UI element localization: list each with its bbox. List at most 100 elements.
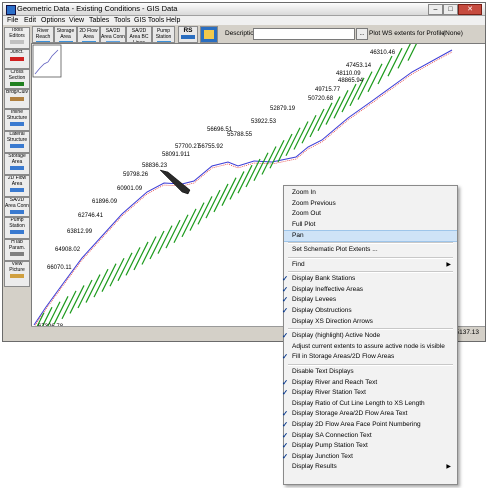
river-station-label: 55788.55 [227,132,253,138]
menu-item-display-levees[interactable]: ✓ Display Levees [282,295,457,305]
menu-item-zoom-in[interactable]: Zoom In [284,188,457,198]
menu-separator [288,256,453,259]
sidebar-storage-area-button[interactable]: Storage Area [4,153,30,175]
menu-separator [288,242,453,244]
menu-item-adjust-current-extents-to-assure-active-node-is-visible[interactable]: Adjust current extents to assure active … [284,342,457,352]
river-station-label: 57700.27 [175,144,201,150]
menu-item-label: Pan [292,232,304,240]
menu-item-display-storage-area-2d-flow-area-text[interactable]: ✓ Display Storage Area/2D Flow Area Text [282,409,457,419]
sidebar-sa-2d-area-conn-button[interactable]: SA/2D Area Conn [4,197,30,217]
menu-item-label: Display 2D Flow Area Face Point Numberin… [292,421,421,428]
sidebar-junct-button[interactable]: Junct. [4,49,30,69]
sidebar-cross-section-label: Cross Section [8,69,26,81]
menu-options[interactable]: Options [41,16,65,25]
river-station-label: 58836.23 [142,163,168,169]
river-reach-label: River Reach [35,28,51,40]
menu-item-display-results[interactable]: Display Results ▶ [284,462,457,472]
menu-item-label: Display River Station Text [292,389,366,397]
editor-sidebar: Tools Editors Junct. Cross Section Brdg/Cul… [3,25,31,341]
menu-item-zoom-previous[interactable]: Zoom Previous [284,199,457,209]
menu-item-label: Display Pump Station Text [292,442,368,450]
menu-item-display-xs-direction-arrows[interactable]: Display XS Direction Arrows [284,317,457,327]
menu-gis-tools[interactable]: GIS Tools [134,16,164,25]
sidebar-lateral-structure-button[interactable]: Lateral Structure [4,131,30,153]
menu-item-fill-in-storage-areas-2d-flow-areas[interactable]: ✓ Fill in Storage Areas/2D Flow Areas [282,352,457,362]
rs-button[interactable]: RS [178,26,198,43]
menu-item-disable-text-displays[interactable]: Disable Text Displays [284,367,457,377]
menu-item-display-bank-stations[interactable]: ✓ Display Bank Stations [282,274,457,284]
pump-station-icon [10,230,24,234]
inline-structure-icon [10,122,24,126]
sidebar-tools-editors-button[interactable]: Tools Editors [4,27,30,49]
menu-item-find[interactable]: Find ▶ [284,260,457,270]
menu-item-full-plot[interactable]: Full Plot [284,220,457,230]
storage-area-button[interactable]: Storage Area [54,26,77,43]
description-input[interactable] [253,28,355,40]
menu-item-display-ineffective-areas[interactable]: ✓ Display Ineffective Areas [282,285,457,295]
sidebar-inline-structure-button[interactable]: Inline Structure [4,109,30,131]
river-station-label: 49715.77 [315,87,341,93]
profile-select[interactable]: (None) [443,30,463,37]
sidebar-brdg-culv-button[interactable]: Brdg/Culv [4,89,30,109]
river-station-label: 63812.99 [67,229,93,235]
maximize-button[interactable]: □ [443,4,458,15]
menu-item-display-ratio-of-cut-line-length-to-xs-length[interactable]: Display Ratio of Cut Line Length to XS L… [284,399,457,409]
checkmark-icon: ✓ [281,388,289,398]
menu-file[interactable]: File [7,16,18,25]
menu-tools[interactable]: Tools [114,16,130,25]
menu-item-display-river-station-text[interactable]: ✓ Display River Station Text [282,388,457,398]
sidebar-2d-flow-area-label: 2D Flow Area [7,175,27,187]
river-station-label: 47453.14 [346,63,372,69]
menu-tables[interactable]: Tables [89,16,109,25]
checkmark-icon: ✓ [281,274,289,284]
menu-item-zoom-out[interactable]: Zoom Out [284,209,457,219]
menu-item-display-highlight-active-node[interactable]: ✓ Display (highlight) Active Node [282,331,457,341]
pump-station-button[interactable]: Pump Station [152,26,175,43]
menu-item-label: Zoom Previous [292,199,336,207]
gis-view-button[interactable] [200,26,218,43]
menu-item-display-river-and-reach-text[interactable]: ✓ Display River and Reach Text [282,378,457,388]
title-bar[interactable]: Geometric Data - Existing Conditions - G… [3,3,485,16]
sidebar-view-picture-button[interactable]: View Picture [4,261,30,287]
menu-item-display-2d-flow-area-face-point-numbering[interactable]: ✓ Display 2D Flow Area Face Point Numberi… [282,420,457,430]
sidebar-cross-section-button[interactable]: Cross Section [4,69,30,89]
close-button[interactable]: ✕ [458,4,482,15]
checkmark-icon: ✓ [281,295,289,305]
menu-item-label: Fill in Storage Areas/2D Flow Areas [292,353,395,361]
submenu-arrow-icon: ▶ [446,261,451,268]
menu-help[interactable]: Help [166,16,180,25]
sidebar-pump-station-button[interactable]: Pump Station [4,217,30,239]
menu-edit[interactable]: Edit [24,16,36,25]
menu-item-label: Disable Text Displays [292,368,354,375]
menu-view[interactable]: View [69,16,84,25]
menu-item-set-schematic-plot-extents[interactable]: Set Schematic Plot Extents ... [284,245,457,255]
river-station-label: 61896.09 [92,199,118,205]
menu-item-display-pump-station-text[interactable]: ✓ Display Pump Station Text [282,441,457,451]
menu-bar: File Edit Options View Tables Tools GIS … [3,16,485,25]
river-station-label: 64908.02 [55,247,81,253]
menu-item-display-sa-connection-text[interactable]: ✓ Display SA Connection Text [282,431,457,441]
2d-flow-area-button[interactable]: 2D Flow Area [77,26,100,43]
menu-separator [288,364,453,366]
checkmark-icon: ✓ [281,441,289,451]
menu-item-display-junction-text[interactable]: ✓ Display Junction Text [282,452,457,462]
menu-item-label: Display Results [292,463,337,471]
minimize-button[interactable]: – [428,4,443,15]
plot-ws-extents-label: Plot WS extents for Profile: [369,30,447,37]
cross-section-icon [10,82,24,86]
sa-2d-area-conn-button[interactable]: SA/2D Area Conn [100,26,126,43]
menu-item-display-obstructions[interactable]: ✓ Display Obstructions [282,306,457,316]
junct-icon [10,56,24,61]
menu-item-pan[interactable]: Pan [284,230,457,243]
menu-item-label: Display Storage Area/2D Flow Area Text [292,410,408,418]
river-station-label: 53922.53 [251,119,277,125]
overview-inset [32,44,62,78]
menu-item-label: Display Junction Text [292,452,353,460]
river-reach-button[interactable]: River Reach [32,26,54,43]
river-station-label: 56755.92 [198,144,224,150]
description-more-button[interactable]: ... [356,28,368,40]
sidebar-2d-flow-area-button[interactable]: 2D Flow Area [4,175,30,197]
sidebar-htab-param-button[interactable]: HTab Param. [4,239,30,261]
sa-2d-bc-lines-button[interactable]: SA/2D Area BC Lines [126,26,152,43]
menu-item-label: Display Obstructions [292,307,352,314]
